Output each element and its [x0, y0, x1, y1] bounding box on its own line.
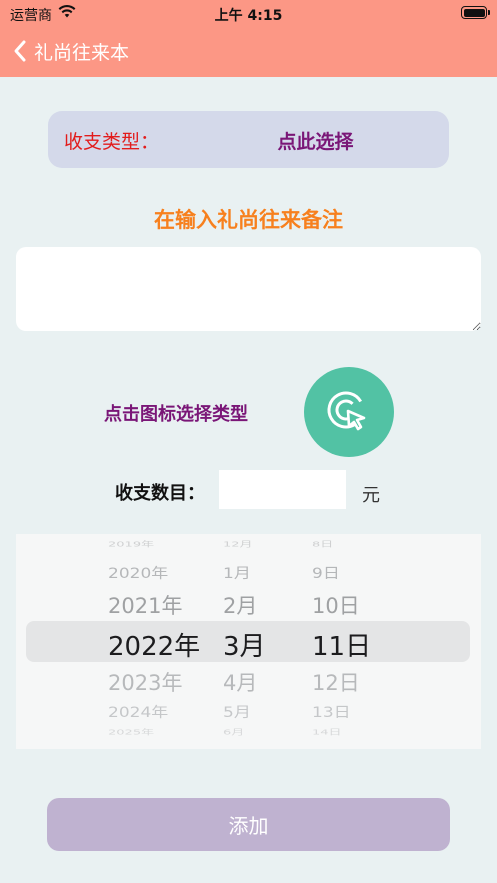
tap-cursor-icon [327, 391, 366, 431]
battery-icon [461, 6, 490, 19]
year-option[interactable]: 2025年 [108, 726, 154, 736]
chevron-left-icon [14, 40, 26, 62]
month-option[interactable]: 2月 [223, 590, 257, 620]
year-option[interactable]: 2023年 [108, 667, 182, 697]
month-option[interactable]: 12月 [223, 538, 253, 548]
day-column[interactable]: 8日 9日 10日 11日 12日 13日 14日 [312, 534, 392, 749]
top-bar: 运营商 上午 4:15 礼尚往来本 [0, 0, 497, 77]
month-option[interactable]: 4月 [223, 667, 257, 697]
year-option[interactable]: 2024年 [108, 700, 168, 721]
amount-unit: 元 [362, 485, 380, 506]
icon-hint: 点击图标选择类型 [104, 404, 248, 425]
page-title: 礼尚往来本 [34, 41, 130, 64]
date-picker[interactable]: 2019年 2020年 2021年 2022年 2023年 2024年 2025… [16, 534, 481, 749]
status-bar: 运营商 上午 4:15 [0, 0, 497, 26]
type-choose-button[interactable]: 点此选择 [48, 127, 449, 154]
month-option[interactable]: 1月 [223, 561, 251, 582]
status-time: 上午 4:15 [214, 8, 283, 24]
day-option[interactable]: 9日 [312, 561, 340, 582]
year-option[interactable]: 2019年 [108, 538, 154, 548]
amount-label: 收支数目： [115, 483, 205, 504]
day-option[interactable]: 14日 [312, 726, 342, 736]
amount-input[interactable] [219, 470, 346, 509]
month-column[interactable]: 12月 1月 2月 3月 4月 5月 6月 [223, 534, 303, 749]
note-heading: 在输入礼尚往来备注 [154, 208, 343, 232]
year-option-selected[interactable]: 2022年 [108, 626, 200, 663]
back-button[interactable]: 礼尚往来本 [12, 36, 129, 66]
month-option[interactable]: 5月 [223, 700, 251, 721]
note-input[interactable] [16, 247, 481, 331]
type-selector[interactable]: 收支类型： 点此选择 [48, 111, 449, 168]
type-icon-button[interactable] [304, 367, 394, 457]
year-column[interactable]: 2019年 2020年 2021年 2022年 2023年 2024年 2025… [108, 534, 220, 749]
day-option[interactable]: 13日 [312, 700, 351, 721]
day-option[interactable]: 8日 [312, 538, 333, 548]
day-option[interactable]: 12日 [312, 667, 360, 697]
year-option[interactable]: 2021年 [108, 590, 182, 620]
month-option-selected[interactable]: 3月 [223, 626, 266, 663]
year-option[interactable]: 2020年 [108, 561, 168, 582]
day-option-selected[interactable]: 11日 [312, 626, 371, 663]
day-option[interactable]: 10日 [312, 590, 360, 620]
add-button[interactable]: 添加 [47, 798, 450, 851]
month-option[interactable]: 6月 [223, 726, 244, 736]
